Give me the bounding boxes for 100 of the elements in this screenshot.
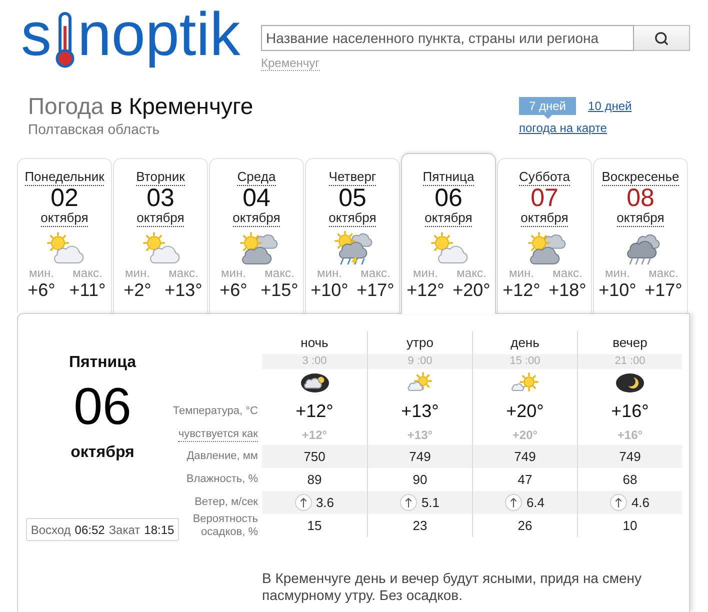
min-temperature: +2° [124, 280, 152, 300]
min-temperature: +10° [310, 280, 348, 300]
table-cell: 749 [577, 445, 682, 468]
month-link[interactable]: октября [328, 210, 376, 227]
row-label: Вероятность осадков, % [192, 512, 258, 538]
max-temperature: +20° [452, 280, 490, 300]
month-link[interactable]: октября [616, 210, 664, 227]
wind-speed: 4.6 [631, 494, 650, 512]
table-cell: 749 [472, 445, 577, 468]
search-button[interactable] [634, 25, 690, 51]
weekday-link[interactable]: Пятница [422, 169, 474, 186]
max-label: макс. [552, 266, 582, 280]
table-cell: +13° [367, 397, 472, 425]
sunrise-label: Восход [30, 522, 71, 538]
day-tab[interactable]: Вторник 03 октября мин. +2° макс. +13° [113, 158, 208, 313]
sun-cloud-icon [510, 372, 540, 394]
day-tab[interactable]: Пятница 06 октября мин. +12° макс. +20° [401, 153, 496, 314]
region-label: Полтавская область [28, 120, 161, 138]
sunset-label: Закат [108, 522, 140, 538]
moon-cloud-icon [300, 372, 330, 394]
month-link[interactable]: октября [136, 210, 184, 227]
date-number: 04 [242, 186, 270, 210]
min-temperature: +6° [220, 280, 248, 300]
view-tab[interactable]: 10 дней [588, 97, 632, 115]
row-label: Температура, °C [172, 404, 258, 418]
tab-pointer-icon [544, 115, 552, 119]
date-number: 06 [434, 186, 462, 210]
month-label: октября [70, 443, 134, 463]
search-field[interactable]: Название населенного пункта, страны или региона [261, 25, 634, 51]
weekday-link[interactable]: Понедельник [24, 169, 104, 186]
min-label: мин. [605, 266, 630, 280]
table-cell-text: 15 [306, 516, 323, 535]
max-label: макс. [72, 266, 102, 280]
table-cell: +16° [577, 397, 682, 425]
month-link[interactable]: октября [424, 210, 472, 227]
wind-speed: 3.6 [316, 494, 334, 512]
time-label: 9 :00 [367, 354, 472, 369]
table-cell-text: 89 [306, 470, 323, 489]
min-temperature: +10° [598, 280, 636, 300]
moon-icon [615, 372, 645, 394]
thermometer-icon [54, 12, 76, 68]
min-label: мин. [413, 266, 438, 280]
max-label: макс. [168, 266, 198, 280]
max-label: макс. [456, 266, 486, 280]
table-cell: 749 [367, 445, 472, 468]
day-tab[interactable]: Понедельник 02 октября мин. +6° макс. +11° [17, 158, 112, 313]
date-number: 03 [146, 186, 174, 210]
day-tab[interactable]: Воскресенье 08 октября мин. +10° макс. +17° [593, 158, 688, 313]
row-label: Ветер, м/сек [194, 496, 258, 509]
min-label: мин. [125, 266, 150, 280]
month-link[interactable]: октября [520, 210, 568, 227]
weekday-link[interactable]: Вторник [136, 169, 185, 186]
max-label: макс. [264, 266, 294, 280]
sun-cloud-icon [405, 372, 435, 394]
min-label: мин. [29, 266, 54, 280]
date-number: 06 [74, 381, 132, 433]
wind-speed: 6.4 [526, 494, 545, 512]
date-number: 02 [50, 186, 78, 210]
min-temperature: +12° [406, 280, 444, 300]
table-cell: 750 [262, 445, 367, 468]
time-label: 15 :00 [472, 354, 577, 369]
max-temperature: +11° [69, 280, 106, 300]
map-link[interactable]: погода на карте [519, 121, 607, 135]
weekday-link[interactable]: Среда [237, 169, 276, 186]
table-cell-text: +12° [294, 400, 334, 422]
weekday-link[interactable]: Воскресенье [602, 169, 680, 186]
weekday-link[interactable]: Четверг [328, 169, 376, 186]
date-number: 07 [530, 186, 558, 210]
forecast-description: В Кременчуге день и вечер будут ясными, придя на смену пасмурному утру. Без осадков. [262, 570, 642, 604]
day-tab[interactable]: Среда 04 октября мин. +6° макс. +15° [209, 158, 304, 313]
max-temperature: +18° [548, 280, 586, 300]
wind-speed: 5.1 [421, 494, 440, 512]
month-link[interactable]: октября [232, 210, 280, 227]
weekday-link[interactable]: Суббота [519, 169, 570, 186]
table-cell: 10 [577, 514, 682, 537]
date-number: 05 [338, 186, 366, 210]
row-label: чувствуется как [178, 428, 258, 442]
table-cell: +20° [472, 397, 577, 425]
max-temperature: +17° [356, 280, 394, 300]
max-temperature: +15° [260, 280, 298, 300]
sunrise-time: 06:52 [74, 522, 105, 538]
min-label: мин. [509, 266, 534, 280]
sunset-time: 18:15 [144, 522, 174, 538]
month-link[interactable]: октября [40, 210, 88, 227]
day-tab[interactable]: Четверг 05 октября мин. +10° макс. +17° [305, 158, 400, 313]
table-cell-text: +12° [300, 427, 328, 444]
column-header: ночь [300, 334, 330, 352]
time-label: 3 :00 [262, 354, 367, 369]
time-label: 21 :00 [577, 354, 682, 369]
day-tab[interactable]: Суббота 07 октября мин. +12° макс. +18° [497, 158, 592, 313]
weekday-label: Пятница [68, 353, 136, 373]
logo-link[interactable]: s noptik [21, 4, 261, 68]
min-label: мин. [317, 266, 342, 280]
row-label: Влажность, % [186, 473, 258, 486]
min-temperature: +6° [28, 280, 56, 300]
page-title: Погода в Кременчуге [28, 92, 254, 120]
min-temperature: +12° [502, 280, 540, 300]
min-label: мин. [221, 266, 246, 280]
table-cell: 26 [472, 514, 577, 537]
max-label: макс. [360, 266, 390, 280]
